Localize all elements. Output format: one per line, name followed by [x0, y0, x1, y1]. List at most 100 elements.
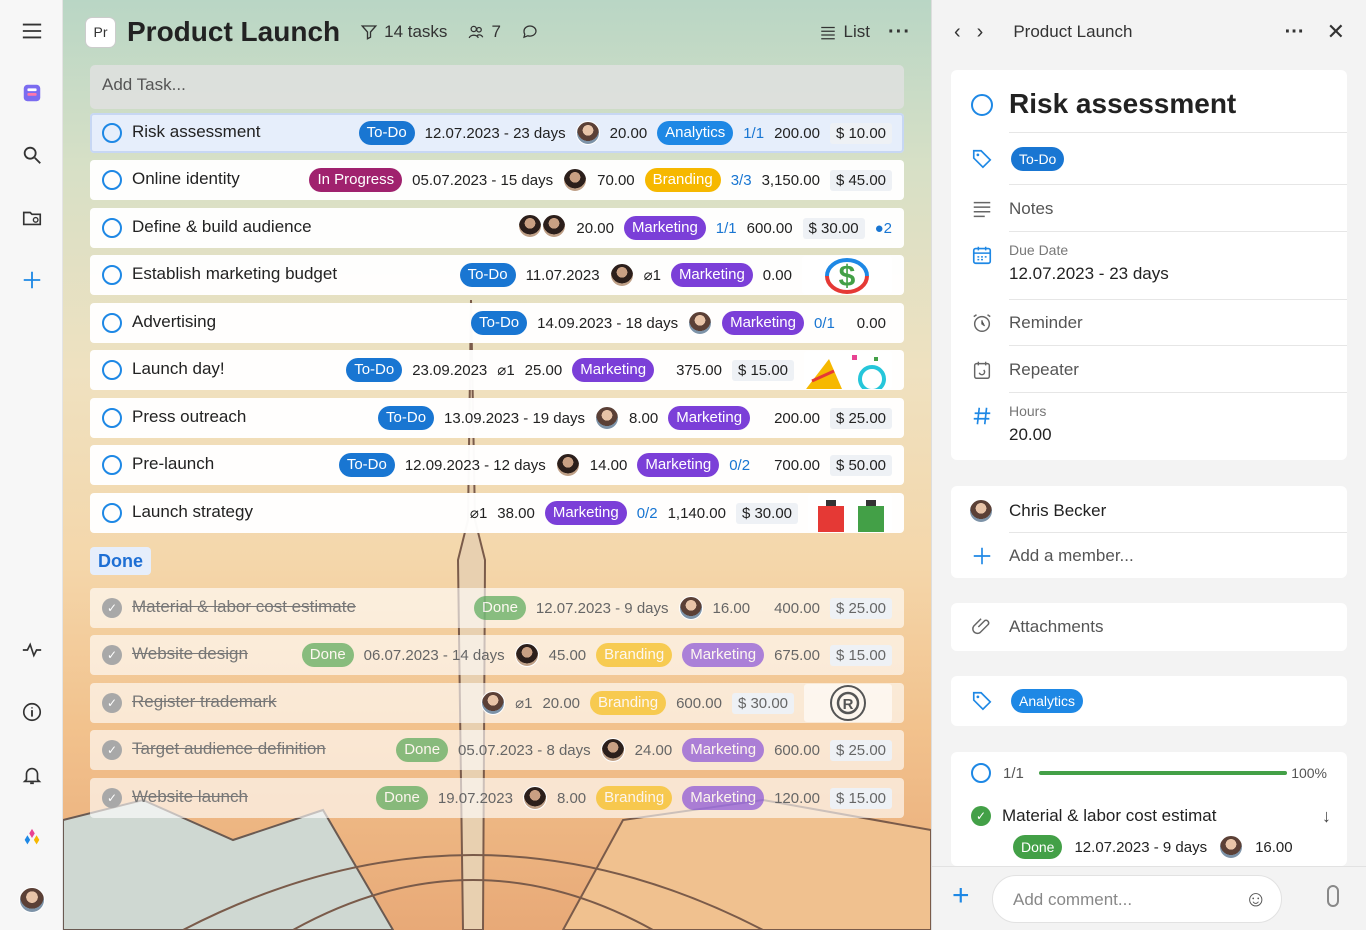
completed-check-icon[interactable]: ✓: [102, 645, 122, 665]
due-date-value[interactable]: 12.07.2023 - 23 days: [1009, 264, 1169, 284]
status-badge[interactable]: Done: [376, 786, 428, 810]
complete-checkbox[interactable]: [102, 455, 122, 475]
forward-icon[interactable]: ›: [977, 21, 984, 44]
task-row[interactable]: ✓ Register trademark ⌀1 20.00 Branding 6…: [90, 683, 904, 723]
task-row[interactable]: Press outreach To-Do 13.09.2023 - 19 day…: [90, 398, 904, 438]
complete-checkbox[interactable]: [102, 218, 122, 238]
status-badge[interactable]: Done: [1013, 835, 1063, 859]
budget-thumbnail[interactable]: $: [802, 256, 892, 294]
status-badge[interactable]: To-Do: [346, 358, 403, 382]
tag-badge[interactable]: Marketing: [722, 311, 804, 335]
status-badge[interactable]: To-Do: [338, 453, 395, 477]
arrow-down-icon[interactable]: ↓: [1322, 806, 1331, 827]
info-icon[interactable]: [15, 695, 49, 729]
add-icon[interactable]: [15, 263, 49, 297]
tag-badge[interactable]: Branding: [590, 691, 667, 715]
status-badge[interactable]: In Progress: [309, 168, 403, 192]
task-row[interactable]: Define & build audience 20.00 Marketing …: [90, 208, 904, 248]
complete-checkbox[interactable]: [102, 123, 122, 143]
strategy-thumbnail[interactable]: [808, 494, 892, 532]
complete-checkbox[interactable]: [102, 170, 122, 190]
notes-field[interactable]: Notes: [1009, 199, 1053, 219]
launch-thumbnail[interactable]: [804, 351, 892, 389]
tag-badge[interactable]: Marketing: [637, 453, 720, 477]
add-icon[interactable]: +: [952, 881, 970, 911]
complete-checkbox[interactable]: [102, 503, 122, 523]
task-count[interactable]: 14 tasks: [360, 22, 447, 42]
completed-check-icon[interactable]: ✓: [102, 740, 122, 760]
tag-badge[interactable]: Marketing: [572, 358, 655, 382]
add-task-input[interactable]: Add Task...: [90, 65, 904, 109]
status-badge[interactable]: To-Do: [358, 121, 415, 145]
attachments-button[interactable]: Attachments: [1009, 617, 1104, 637]
repeater-field[interactable]: Repeater: [1009, 360, 1079, 380]
completed-check-icon[interactable]: ✓: [102, 598, 122, 618]
task-row[interactable]: ✓ Target audience definition Done 05.07.…: [90, 730, 904, 770]
complete-checkbox[interactable]: [102, 408, 122, 428]
tag-badge[interactable]: Branding: [596, 643, 673, 667]
status-badge[interactable]: Done: [301, 643, 354, 667]
workspace-icon[interactable]: [15, 76, 49, 110]
activity-icon[interactable]: [15, 633, 49, 667]
task-row[interactable]: Advertising To-Do 14.09.2023 - 18 days M…: [90, 303, 904, 343]
reminder-field[interactable]: Reminder: [1009, 313, 1083, 333]
tag-badge[interactable]: Marketing: [544, 501, 627, 525]
hours-value[interactable]: 20.00: [1009, 425, 1052, 445]
menu-icon[interactable]: [15, 14, 49, 48]
folder-icon[interactable]: [15, 201, 49, 235]
task-row[interactable]: ✓ Material & labor cost estimate Done 12…: [90, 588, 904, 628]
apps-icon[interactable]: [15, 821, 49, 855]
tag-badge[interactable]: Marketing: [682, 643, 765, 667]
status-badge[interactable]: Done: [396, 738, 449, 762]
microphone-icon[interactable]: [1327, 885, 1339, 907]
more-icon[interactable]: ···: [888, 21, 911, 44]
task-row[interactable]: ✓ Website design Done 06.07.2023 - 14 da…: [90, 635, 904, 675]
status-badge[interactable]: Done: [474, 596, 526, 620]
complete-checkbox[interactable]: [971, 94, 993, 116]
profile-avatar[interactable]: [15, 883, 49, 917]
complete-checkbox[interactable]: [102, 313, 122, 333]
task-row[interactable]: Launch day! To-Do 23.09.2023 ⌀1 25.00 Ma…: [90, 350, 904, 390]
comment-input[interactable]: Add comment... ☺: [992, 875, 1282, 923]
tag-badge[interactable]: Marketing: [682, 786, 765, 810]
tag-badge[interactable]: Branding: [644, 168, 721, 192]
subtask-name[interactable]: Material & labor cost estimat: [1002, 806, 1216, 826]
status-badge[interactable]: To-Do: [459, 263, 516, 287]
search-icon[interactable]: [15, 138, 49, 172]
task-row[interactable]: ✓ Website launch Done 19.07.2023 8.00 Br…: [90, 778, 904, 818]
task-row[interactable]: Pre-launch To-Do 12.09.2023 - 12 days 14…: [90, 445, 904, 485]
completed-check-icon[interactable]: ✓: [102, 693, 122, 713]
task-row[interactable]: Online identity In Progress 05.07.2023 -…: [90, 160, 904, 200]
done-section-label[interactable]: Done: [90, 547, 151, 575]
tag-badge[interactable]: Branding: [596, 786, 673, 810]
tag-badge[interactable]: Marketing: [668, 406, 751, 430]
tag-badge[interactable]: Analytics: [657, 121, 734, 145]
status-badge[interactable]: To-Do: [1011, 147, 1065, 171]
bell-icon[interactable]: [15, 758, 49, 792]
member-count[interactable]: 7: [467, 22, 501, 42]
trademark-thumbnail[interactable]: R: [804, 684, 892, 722]
view-switcher[interactable]: List: [819, 22, 870, 42]
tag-badge[interactable]: Marketing: [670, 263, 753, 287]
task-row[interactable]: Launch strategy ⌀1 38.00 Marketing 0/2 1…: [90, 493, 904, 533]
complete-checkbox[interactable]: [102, 360, 122, 380]
tag-badge[interactable]: Marketing: [623, 216, 706, 240]
tag-badge[interactable]: Marketing: [682, 738, 765, 762]
tag-badge[interactable]: Analytics: [1011, 689, 1084, 713]
completed-check-icon[interactable]: ✓: [102, 788, 122, 808]
subtask-check-icon[interactable]: ✓: [971, 806, 991, 826]
status-badge[interactable]: To-Do: [471, 311, 528, 335]
task-row[interactable]: Risk assessment To-Do 12.07.2023 - 23 da…: [90, 113, 904, 153]
comment-count[interactable]: ●2: [875, 220, 892, 237]
emoji-icon[interactable]: ☺: [1245, 886, 1267, 912]
close-icon[interactable]: ✕: [1327, 19, 1345, 45]
add-member-button[interactable]: Add a member...: [1009, 546, 1134, 566]
status-badge[interactable]: To-Do: [378, 406, 435, 430]
more-icon[interactable]: ···: [1285, 21, 1305, 44]
complete-checkbox[interactable]: [102, 265, 122, 285]
task-row[interactable]: Establish marketing budget To-Do 11.07.2…: [90, 255, 904, 295]
detail-title[interactable]: Risk assessment: [1009, 88, 1236, 120]
chat-icon[interactable]: [521, 23, 545, 41]
back-icon[interactable]: ‹: [954, 21, 961, 44]
member-name[interactable]: Chris Becker: [1009, 501, 1106, 521]
